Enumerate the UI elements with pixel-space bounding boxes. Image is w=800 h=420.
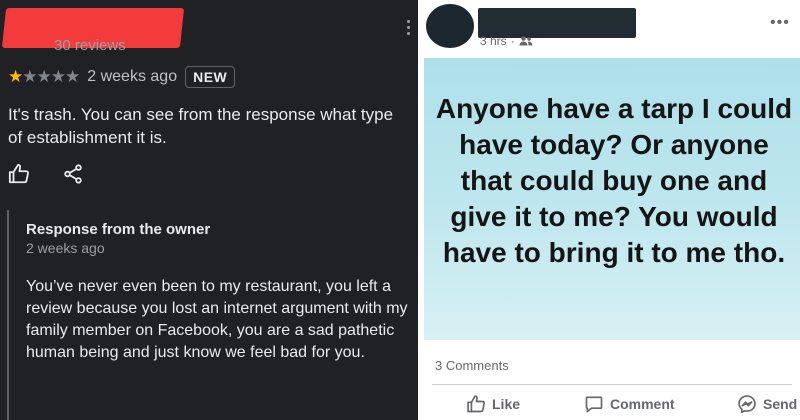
redacted-avatar: [426, 4, 474, 48]
owner-response-text: You’ve never even been to my restaurant,…: [26, 278, 408, 361]
like-label: Like: [492, 396, 521, 412]
star-icon-empty: ★: [65, 67, 80, 86]
friends-audience-icon[interactable]: [519, 36, 533, 46]
owner-response-time: 2 weeks ago: [26, 240, 105, 256]
post-text: Anyone have a tarp I could have today? O…: [435, 93, 793, 268]
star-icon-empty: ★: [22, 67, 37, 86]
comment-label: Comment: [610, 396, 675, 412]
comment-button[interactable]: Comment: [584, 394, 675, 414]
star-icon-empty: ★: [50, 67, 66, 86]
comment-icon: [585, 396, 603, 413]
star-icon-empty: ★: [36, 67, 52, 86]
more-options-icon[interactable]: •••: [770, 14, 790, 32]
send-label: Send: [763, 396, 798, 412]
review-time: 2 weeks ago: [87, 68, 178, 85]
divider: [432, 384, 792, 385]
thumbs-up-icon[interactable]: [8, 163, 30, 185]
google-review-panel: 30 reviews ★★★★★ 2 weeks ago NEW It's tr…: [0, 0, 418, 420]
star-rating: ★★★★★: [8, 67, 80, 87]
messenger-icon: [738, 395, 756, 414]
owner-response-title: Response from the owner: [26, 221, 211, 238]
owner-response: Response from the owner 2 weeks ago You’…: [7, 210, 409, 420]
meta-separator: ·: [510, 34, 515, 48]
review-actions: [8, 163, 84, 185]
reviewer-review-count: 30 reviews: [54, 37, 126, 54]
comments-count[interactable]: 3 Comments: [435, 358, 509, 373]
post-time[interactable]: 3 hrs: [480, 34, 507, 48]
star-icon-filled: ★: [8, 67, 23, 86]
post-meta: 3 hrs ·: [480, 34, 533, 48]
new-badge: NEW: [185, 66, 236, 88]
post-background-card: Anyone have a tarp I could have today? O…: [424, 58, 800, 340]
like-button[interactable]: Like: [466, 394, 520, 414]
more-options-icon[interactable]: [407, 20, 411, 35]
review-text: It's trash. You can see from the respons…: [8, 105, 394, 147]
send-button[interactable]: Send: [737, 394, 797, 414]
post-action-bar: Like Comment Send: [424, 390, 800, 418]
facebook-post-panel: 3 hrs · ••• Anyone have a tarp I could h…: [424, 0, 800, 420]
share-icon[interactable]: [62, 163, 84, 185]
rating-row: ★★★★★ 2 weeks ago NEW: [8, 66, 236, 88]
like-icon: [467, 395, 486, 413]
